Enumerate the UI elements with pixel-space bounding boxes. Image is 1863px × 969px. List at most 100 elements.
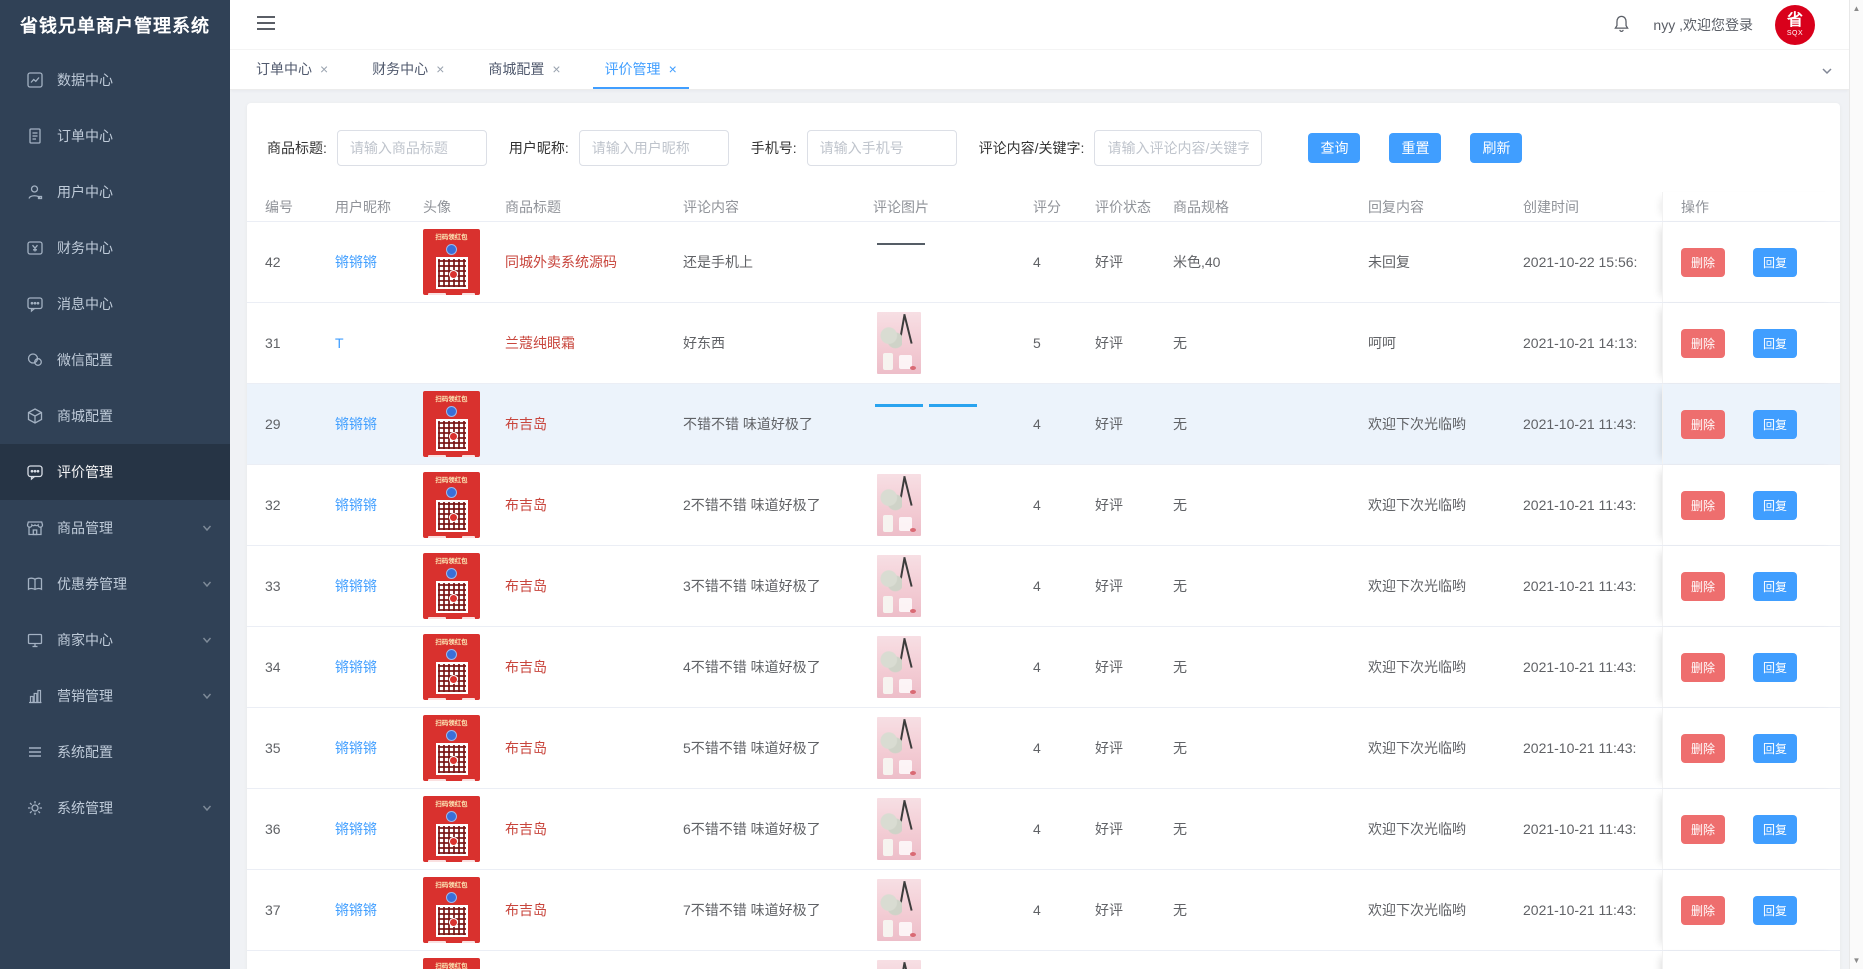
- cell-reply: 欢迎下次光临哟: [1368, 414, 1523, 434]
- sidebar-item-0[interactable]: 数据中心: [0, 52, 230, 108]
- cell-status: 好评: [1095, 576, 1173, 596]
- sidebar-item-3[interactable]: 财务中心: [0, 220, 230, 276]
- close-icon[interactable]: ×: [436, 61, 444, 77]
- sidebar-item-10[interactable]: 商家中心: [0, 612, 230, 668]
- cell-image: [873, 627, 1015, 707]
- query-button[interactable]: 查询: [1308, 133, 1360, 163]
- chevron-down-icon: [200, 633, 214, 647]
- cell-image: [873, 384, 1015, 464]
- refresh-button[interactable]: 刷新: [1470, 133, 1522, 163]
- comment-photo[interactable]: [877, 960, 921, 969]
- user-avatar[interactable]: 省 SQX: [1775, 5, 1815, 45]
- nickname-link[interactable]: 锵锵锵: [335, 497, 377, 513]
- nickname-input[interactable]: [579, 130, 729, 166]
- comment-photo[interactable]: [877, 717, 921, 779]
- hamburger-icon[interactable]: [256, 15, 276, 34]
- reply-button[interactable]: 回复: [1753, 410, 1797, 439]
- message-icon: [26, 295, 44, 313]
- nickname-link[interactable]: 锵锵锵: [335, 659, 377, 675]
- cell-status: 好评: [1095, 738, 1173, 758]
- reply-button[interactable]: 回复: [1753, 329, 1797, 358]
- sidebar-item-12[interactable]: 系统配置: [0, 724, 230, 780]
- product-link[interactable]: 兰蔻纯眼霜: [505, 335, 575, 351]
- broken-image-dash: [875, 404, 923, 407]
- nickname-link[interactable]: 锵锵锵: [335, 578, 377, 594]
- scroll-down-icon[interactable]: ▼: [1850, 956, 1863, 965]
- reset-button[interactable]: 重置: [1389, 133, 1441, 163]
- reply-button[interactable]: 回复: [1753, 248, 1797, 277]
- product-link[interactable]: 同城外卖系统源码: [505, 254, 617, 270]
- nickname-link[interactable]: 锵锵锵: [335, 416, 377, 432]
- table-row: 29锵锵锵扫码领红包布吉岛不错不错 味道好极了4好评无欢迎下次光临哟2021-1…: [247, 384, 1840, 465]
- close-icon[interactable]: ×: [320, 61, 328, 77]
- sidebar-item-8[interactable]: 商品管理: [0, 500, 230, 556]
- table-row: 扫码领红包删除回复: [247, 951, 1840, 969]
- comment-photo[interactable]: [877, 636, 921, 698]
- tab-3[interactable]: 评价管理×: [593, 50, 689, 89]
- comment-photo[interactable]: [877, 474, 921, 536]
- tab-2[interactable]: 商城配置×: [476, 50, 572, 89]
- delete-button[interactable]: 删除: [1681, 572, 1725, 601]
- nickname-link[interactable]: 锵锵锵: [335, 821, 377, 837]
- delete-button[interactable]: 删除: [1681, 734, 1725, 763]
- cell-created: 2021-10-21 11:43:: [1523, 659, 1683, 675]
- delete-button[interactable]: 删除: [1681, 491, 1725, 520]
- comment-photo[interactable]: [877, 879, 921, 941]
- nickname-link[interactable]: 锵锵锵: [335, 254, 377, 270]
- delete-button[interactable]: 删除: [1681, 329, 1725, 358]
- product-link[interactable]: 布吉岛: [505, 902, 547, 918]
- table-body: 42锵锵锵扫码领红包同城外卖系统源码还是手机上4好评米色,40未回复2021-1…: [247, 222, 1840, 969]
- bar-chart-icon: [26, 687, 44, 705]
- close-icon[interactable]: ×: [669, 61, 677, 77]
- cell-id: 32: [265, 497, 335, 513]
- sidebar-item-5[interactable]: 微信配置: [0, 332, 230, 388]
- reply-button[interactable]: 回复: [1753, 815, 1797, 844]
- reply-button[interactable]: 回复: [1753, 572, 1797, 601]
- comment-photo[interactable]: [877, 555, 921, 617]
- chevron-down-icon[interactable]: [1819, 63, 1835, 79]
- phone-input[interactable]: [807, 130, 957, 166]
- product-link[interactable]: 布吉岛: [505, 740, 547, 756]
- product-title-input[interactable]: [337, 130, 487, 166]
- sidebar-item-2[interactable]: 用户中心: [0, 164, 230, 220]
- sidebar-item-6[interactable]: 商城配置: [0, 388, 230, 444]
- scroll-up-icon[interactable]: ▲: [1850, 4, 1863, 13]
- tab-0[interactable]: 订单中心×: [244, 50, 340, 89]
- close-icon[interactable]: ×: [552, 61, 560, 77]
- delete-button[interactable]: 删除: [1681, 815, 1725, 844]
- app-title: 省钱兄单商户管理系统: [0, 0, 230, 52]
- tab-1[interactable]: 财务中心×: [360, 50, 456, 89]
- cell-avatar: 扫码领红包: [423, 715, 505, 781]
- delete-button[interactable]: 删除: [1681, 248, 1725, 277]
- delete-button[interactable]: 删除: [1681, 653, 1725, 682]
- delete-button[interactable]: 删除: [1681, 410, 1725, 439]
- reply-button[interactable]: 回复: [1753, 896, 1797, 925]
- comment-icon: [26, 463, 44, 481]
- comment-photo[interactable]: [877, 312, 921, 374]
- keyword-input[interactable]: [1094, 130, 1262, 166]
- product-link[interactable]: 布吉岛: [505, 659, 547, 675]
- reply-button[interactable]: 回复: [1753, 491, 1797, 520]
- product-link[interactable]: 布吉岛: [505, 497, 547, 513]
- sidebar-item-11[interactable]: 营销管理: [0, 668, 230, 724]
- sidebar-item-9[interactable]: 优惠券管理: [0, 556, 230, 612]
- reply-button[interactable]: 回复: [1753, 734, 1797, 763]
- reply-button[interactable]: 回复: [1753, 653, 1797, 682]
- sidebar-item-4[interactable]: 消息中心: [0, 276, 230, 332]
- sidebar-item-7[interactable]: 评价管理: [0, 444, 230, 500]
- cell-image: [873, 951, 1015, 969]
- product-link[interactable]: 布吉岛: [505, 578, 547, 594]
- comment-photo[interactable]: [877, 798, 921, 860]
- nickname-link[interactable]: 锵锵锵: [335, 740, 377, 756]
- vertical-scrollbar[interactable]: ▲ ▼: [1849, 0, 1863, 969]
- nickname-link[interactable]: T: [335, 335, 344, 351]
- delete-button[interactable]: 删除: [1681, 896, 1725, 925]
- product-link[interactable]: 布吉岛: [505, 821, 547, 837]
- sidebar-item-13[interactable]: 系统管理: [0, 780, 230, 836]
- avatar-footer: [428, 779, 475, 781]
- sidebar-item-1[interactable]: 订单中心: [0, 108, 230, 164]
- bell-icon[interactable]: [1612, 14, 1631, 36]
- product-link[interactable]: 布吉岛: [505, 416, 547, 432]
- nickname-link[interactable]: 锵锵锵: [335, 902, 377, 918]
- column-header: 商品规格: [1173, 197, 1368, 217]
